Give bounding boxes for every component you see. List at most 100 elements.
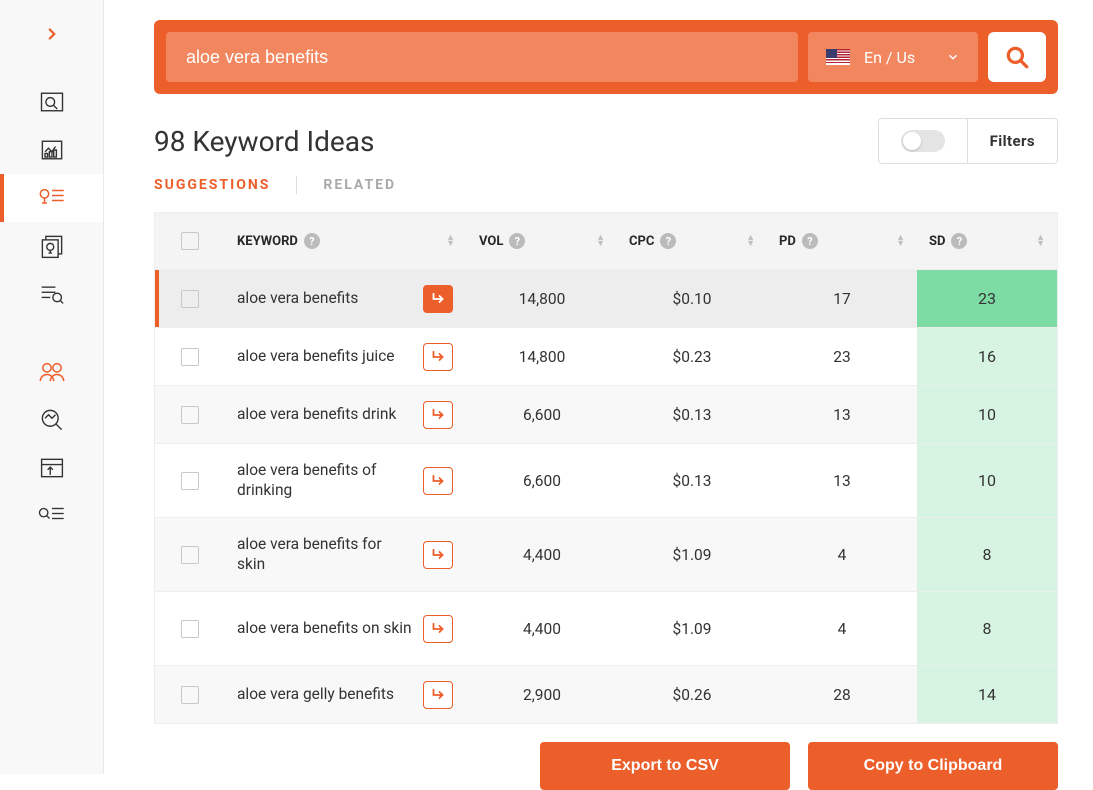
help-icon[interactable]: ? [304, 233, 320, 249]
table-row[interactable]: aloe vera benefits for skin 4,400 $1.09 … [155, 517, 1057, 591]
sidebar-item-overview[interactable] [0, 78, 103, 126]
keyword-text: aloe vera benefits drink [237, 405, 413, 424]
sidebar-item-traffic[interactable] [0, 126, 103, 174]
cpc-cell: $0.23 [617, 348, 767, 366]
table-row[interactable]: aloe vera benefits drink 6,600 $0.13 13 … [155, 385, 1057, 443]
analyze-keyword-button[interactable] [423, 285, 453, 313]
pd-cell: 4 [767, 620, 917, 638]
help-icon[interactable]: ? [802, 233, 818, 249]
th-sd[interactable]: SD ? ▲▼ [917, 233, 1057, 249]
search-bar: En / Us [154, 20, 1058, 94]
sort-icon[interactable]: ▲▼ [896, 235, 905, 247]
page-title: 98 Keyword Ideas [154, 125, 374, 158]
filters-button[interactable]: Filters [967, 119, 1057, 163]
keyword-text: aloe vera benefits for skin [237, 535, 413, 574]
filters-panel: Filters [878, 118, 1058, 164]
row-checkbox[interactable] [181, 406, 199, 424]
chevron-down-icon [946, 50, 960, 64]
table-row[interactable]: aloe vera benefits juice 14,800 $0.23 23… [155, 327, 1057, 385]
sidebar-item-audit[interactable] [0, 396, 103, 444]
sidebar-item-rank-tracking[interactable] [0, 444, 103, 492]
vol-cell: 6,600 [467, 472, 617, 490]
pd-cell: 13 [767, 472, 917, 490]
table-header: KEYWORD ? ▲▼ VOL ? ▲▼ CPC ? ▲▼ PD ? ▲▼ S… [155, 213, 1057, 269]
keyword-text: aloe vera gelly benefits [237, 685, 413, 704]
sidebar-item-competitors[interactable] [0, 348, 103, 396]
keyword-text: aloe vera benefits juice [237, 347, 413, 366]
row-checkbox[interactable] [181, 546, 199, 564]
sidebar-item-keyword-ideas[interactable] [0, 174, 103, 222]
cpc-cell: $1.09 [617, 546, 767, 564]
select-all-checkbox[interactable] [181, 232, 199, 250]
row-checkbox[interactable] [181, 472, 199, 490]
help-icon[interactable]: ? [509, 233, 525, 249]
help-icon[interactable]: ? [951, 233, 967, 249]
keyword-text: aloe vera benefits [237, 289, 413, 308]
cpc-cell: $0.13 [617, 406, 767, 424]
pd-cell: 17 [767, 290, 917, 308]
tab-divider [296, 176, 297, 194]
th-vol[interactable]: VOL ? ▲▼ [467, 233, 617, 249]
sd-cell: 23 [917, 270, 1057, 327]
cpc-cell: $1.09 [617, 620, 767, 638]
view-toggle[interactable] [901, 130, 945, 152]
row-checkbox[interactable] [181, 348, 199, 366]
tab-related[interactable]: RELATED [323, 177, 396, 193]
search-icon [1004, 44, 1030, 70]
sd-cell: 16 [917, 328, 1057, 385]
analyze-keyword-button[interactable] [423, 681, 453, 709]
help-icon[interactable]: ? [660, 233, 676, 249]
search-input[interactable] [166, 32, 798, 82]
analyze-keyword-button[interactable] [423, 467, 453, 495]
table-row[interactable]: aloe vera benefits on skin 4,400 $1.09 4… [155, 591, 1057, 665]
table-row[interactable]: aloe vera benefits 14,800 $0.10 17 23 [155, 269, 1057, 327]
vol-cell: 6,600 [467, 406, 617, 424]
pd-cell: 28 [767, 686, 917, 704]
row-checkbox[interactable] [181, 686, 199, 704]
row-checkbox[interactable] [181, 290, 199, 308]
analyze-keyword-button[interactable] [423, 615, 453, 643]
sidebar-item-keyword-lists[interactable] [0, 492, 103, 540]
table-actions: Export to CSV Copy to Clipboard [154, 742, 1058, 790]
sort-icon[interactable]: ▲▼ [1036, 235, 1045, 247]
sort-icon[interactable]: ▲▼ [746, 235, 755, 247]
region-select[interactable]: En / Us [808, 32, 978, 82]
tabs: SUGGESTIONS RELATED [154, 176, 1058, 194]
sd-cell: 8 [917, 518, 1057, 591]
cpc-cell: $0.10 [617, 290, 767, 308]
sidebar-item-content-ideas[interactable] [0, 222, 103, 270]
copy-clipboard-button[interactable]: Copy to Clipboard [808, 742, 1058, 790]
th-pd[interactable]: PD ? ▲▼ [767, 233, 917, 249]
vol-cell: 2,900 [467, 686, 617, 704]
vol-cell: 14,800 [467, 290, 617, 308]
pd-cell: 13 [767, 406, 917, 424]
th-keyword[interactable]: KEYWORD ? ▲▼ [225, 233, 467, 249]
keyword-text: aloe vera benefits on skin [237, 619, 413, 638]
vol-cell: 4,400 [467, 546, 617, 564]
vol-cell: 4,400 [467, 620, 617, 638]
keyword-text: aloe vera benefits of drinking [237, 461, 413, 500]
sort-icon[interactable]: ▲▼ [596, 235, 605, 247]
sidebar-item-list-search[interactable] [0, 270, 103, 318]
analyze-keyword-button[interactable] [423, 401, 453, 429]
sd-cell: 10 [917, 386, 1057, 443]
table-row[interactable]: aloe vera gelly benefits 2,900 $0.26 28 … [155, 665, 1057, 723]
analyze-keyword-button[interactable] [423, 343, 453, 371]
sd-cell: 8 [917, 592, 1057, 665]
sidebar [0, 0, 104, 774]
cpc-cell: $0.26 [617, 686, 767, 704]
search-button[interactable] [988, 32, 1046, 82]
keyword-table: KEYWORD ? ▲▼ VOL ? ▲▼ CPC ? ▲▼ PD ? ▲▼ S… [154, 212, 1058, 724]
main-content: En / Us 98 Keyword Ideas Filters SUGGEST… [104, 0, 1093, 774]
row-checkbox[interactable] [181, 620, 199, 638]
th-checkbox [155, 232, 225, 250]
sort-icon[interactable]: ▲▼ [446, 235, 455, 247]
us-flag-icon [826, 49, 850, 65]
tab-suggestions[interactable]: SUGGESTIONS [154, 177, 270, 193]
analyze-keyword-button[interactable] [423, 541, 453, 569]
export-csv-button[interactable]: Export to CSV [540, 742, 790, 790]
sd-cell: 10 [917, 444, 1057, 517]
th-cpc[interactable]: CPC ? ▲▼ [617, 233, 767, 249]
table-row[interactable]: aloe vera benefits of drinking 6,600 $0.… [155, 443, 1057, 517]
sidebar-collapse-button[interactable] [36, 18, 68, 50]
